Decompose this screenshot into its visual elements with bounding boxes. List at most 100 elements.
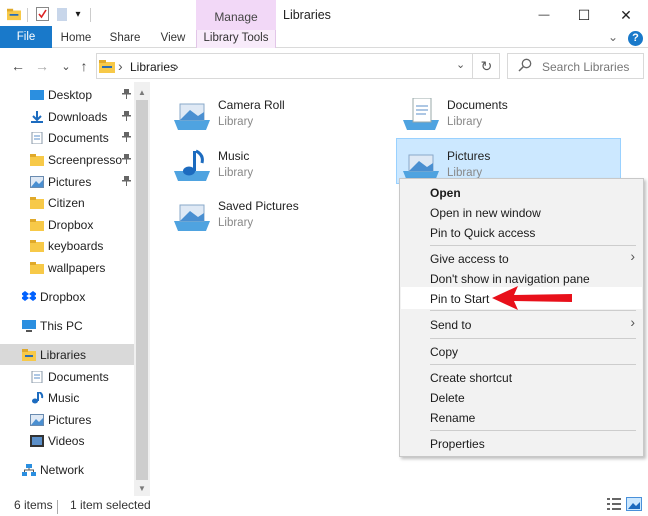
pin-icon xyxy=(122,153,131,166)
scroll-up-button[interactable]: ▲ xyxy=(134,84,150,100)
sidebar-item-label: keyboards xyxy=(48,238,104,253)
library-type: Library xyxy=(447,116,483,128)
menu-item-delete[interactable]: Delete xyxy=(430,391,465,405)
sidebar-item-label: Screenpresso xyxy=(48,152,123,167)
ribbon xyxy=(0,30,648,48)
library-name: Music xyxy=(218,149,250,163)
pictures-icon xyxy=(30,175,44,188)
breadcrumb-chevron-icon[interactable]: › xyxy=(174,58,179,74)
recent-locations-button[interactable]: ⌄ xyxy=(57,57,75,75)
menu-item-open[interactable]: Open xyxy=(430,186,461,200)
camera-roll-library-icon xyxy=(174,103,210,130)
refresh-button[interactable]: ↻ xyxy=(472,53,500,79)
tab-home[interactable]: Home xyxy=(56,30,96,48)
dropbox-icon xyxy=(21,290,37,303)
sidebar-item-documents[interactable]: Documents xyxy=(0,366,134,387)
tab-view[interactable]: View xyxy=(153,30,193,48)
sidebar-item-downloads[interactable]: Downloads xyxy=(0,106,134,127)
pin-icon xyxy=(122,110,131,123)
sidebar-item-pictures[interactable]: Pictures xyxy=(0,171,134,192)
library-saved-pictures[interactable]: Saved Pictures Library xyxy=(172,199,299,233)
library-type: Library xyxy=(218,116,254,128)
library-camera-roll[interactable]: Camera Roll Library xyxy=(172,98,285,132)
minimize-button[interactable]: — xyxy=(534,5,554,25)
sidebar-item-label: Network xyxy=(40,462,85,477)
folder-icon xyxy=(30,261,44,274)
details-view-icon[interactable] xyxy=(606,497,622,511)
new-folder-icon[interactable] xyxy=(55,7,69,21)
desktop-icon xyxy=(30,89,44,101)
library-name: Documents xyxy=(447,98,508,112)
sidebar-item-screenpresso[interactable]: Screenpresso xyxy=(0,149,134,170)
submenu-chevron-icon: › xyxy=(630,248,635,264)
up-button[interactable]: ↑ xyxy=(75,57,93,75)
library-documents[interactable]: Documents Library xyxy=(401,98,508,132)
menu-item-give-access-to[interactable]: Give access to xyxy=(430,252,509,266)
divider xyxy=(27,8,28,22)
menu-item-pin-to-start[interactable]: Pin to Start xyxy=(430,292,489,306)
library-music[interactable]: Music Library xyxy=(172,149,253,183)
menu-item-pin-to-quick-access[interactable]: Pin to Quick access xyxy=(430,226,535,240)
sidebar-item-network[interactable]: Network xyxy=(0,459,134,480)
tab-share[interactable]: Share xyxy=(105,30,145,48)
sidebar-item-wallpapers[interactable]: wallpapers xyxy=(0,257,134,278)
sidebar-item-label: Downloads xyxy=(48,109,108,124)
documents-icon xyxy=(30,370,44,383)
tab-library-tools[interactable]: Library Tools xyxy=(196,30,276,48)
menu-item-properties[interactable]: Properties xyxy=(430,437,485,451)
sidebar-item-label: Dropbox xyxy=(40,289,86,304)
sidebar-item-libraries[interactable]: Libraries xyxy=(0,344,134,365)
folder-icon xyxy=(30,218,44,231)
back-button[interactable]: ← xyxy=(9,57,27,75)
sidebar-item-keyboards[interactable]: keyboards xyxy=(0,235,134,256)
pin-icon xyxy=(122,88,131,101)
breadcrumb-chevron-icon[interactable]: › xyxy=(118,58,123,74)
status-item-count: 6 items xyxy=(14,498,53,512)
menu-item-send-to[interactable]: Send to xyxy=(430,318,471,332)
quick-access-dropdown-icon[interactable]: ▾ xyxy=(71,7,85,21)
large-icons-view-icon[interactable] xyxy=(626,497,642,511)
maximize-button[interactable]: ☐ xyxy=(574,5,594,25)
help-icon[interactable]: ? xyxy=(628,31,643,46)
folder-icon xyxy=(30,239,44,252)
sidebar-item-dropbox[interactable]: Dropbox xyxy=(0,286,134,307)
divider xyxy=(90,8,91,22)
forward-button[interactable]: → xyxy=(33,57,51,75)
sidebar-item-label: Pictures xyxy=(48,412,92,427)
menu-item-create-shortcut[interactable]: Create shortcut xyxy=(430,371,512,385)
sidebar-item-documents[interactable]: Documents xyxy=(0,127,134,148)
documents-icon xyxy=(30,131,44,144)
pictures-icon xyxy=(30,413,44,426)
ribbon-collapse-icon[interactable]: ⌄ xyxy=(608,30,618,44)
sidebar-item-label: Documents xyxy=(48,369,109,384)
scrollbar-thumb[interactable] xyxy=(136,100,148,480)
downloads-icon xyxy=(30,110,44,123)
sidebar-item-pictures[interactable]: Pictures xyxy=(0,409,134,430)
properties-checkmark-icon[interactable] xyxy=(35,7,49,21)
sidebar-item-desktop[interactable]: Desktop xyxy=(0,84,134,105)
sidebar-item-dropbox[interactable]: Dropbox xyxy=(0,214,134,235)
sidebar-item-music[interactable]: Music xyxy=(0,387,134,408)
scroll-down-button[interactable]: ▼ xyxy=(134,480,150,496)
libraries-icon xyxy=(22,348,36,361)
sidebar-item-citizen[interactable]: Citizen xyxy=(0,192,134,213)
menu-separator xyxy=(430,364,636,365)
menu-item-copy[interactable]: Copy xyxy=(430,345,458,359)
sidebar-item-this-pc[interactable]: This PC xyxy=(0,315,134,336)
menu-item-open-in-new-window[interactable]: Open in new window xyxy=(430,206,541,220)
library-type: Library xyxy=(218,217,254,229)
search-placeholder: Search Libraries xyxy=(542,60,630,74)
folder-icon[interactable] xyxy=(7,7,21,21)
menu-item-dont-show-in-navigation-pane[interactable]: Don't show in navigation pane xyxy=(430,272,590,286)
sidebar-item-videos[interactable]: Videos xyxy=(0,430,134,451)
pin-icon xyxy=(122,175,131,188)
close-button[interactable]: ✕ xyxy=(616,5,636,25)
manage-tab[interactable]: Manage xyxy=(196,10,276,24)
library-name: Camera Roll xyxy=(218,98,285,112)
sidebar-item-label: wallpapers xyxy=(48,260,106,275)
folder-icon xyxy=(30,153,44,166)
breadcrumb-libraries[interactable]: Libraries xyxy=(130,60,176,74)
address-dropdown-icon[interactable]: ⌄ xyxy=(456,58,465,71)
file-tab[interactable]: File xyxy=(0,26,52,48)
menu-item-rename[interactable]: Rename xyxy=(430,411,475,425)
